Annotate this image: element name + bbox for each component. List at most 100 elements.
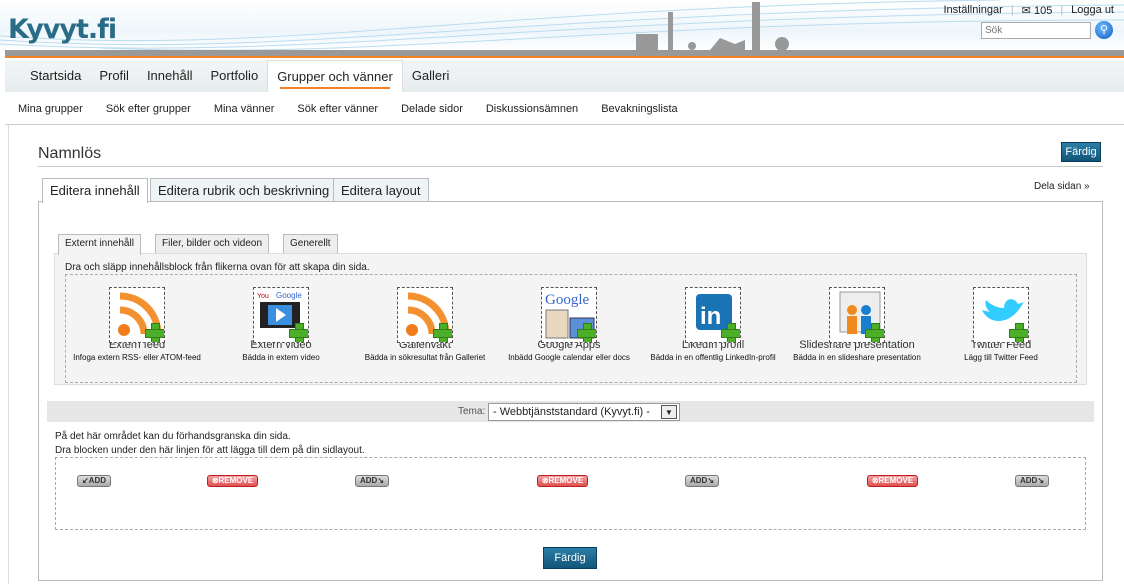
subnav-sok-grupper[interactable]: Sök efter grupper [106,103,191,115]
nav-tab-startsida[interactable]: Startsida [21,60,90,92]
content-block[interactable]: Twitter Feed Lägg till Twitter Feed [921,287,1081,362]
rss-icon [397,287,453,343]
share-page-link[interactable]: Dela sidan » [1034,181,1090,192]
remove-column-button[interactable]: ⊗REMOVE [867,475,918,487]
drag-hint: Dra och släpp innehållsblock från fliker… [65,262,370,273]
block-description: Bädda in extern video [242,353,320,362]
add-column-button[interactable]: ADD↘ [685,475,719,487]
tab-files[interactable]: Filer, bilder och videon [155,234,270,254]
remove-column-button[interactable]: ⊗REMOVE [207,475,258,487]
content-block[interactable]: Gallerivakt Bädda in sökresultat från Gal… [345,287,505,362]
plus-icon [1009,323,1028,342]
done-button[interactable]: Färdig [1061,142,1101,162]
separator: | [1010,4,1014,16]
done-button-bottom[interactable]: Färdig [543,547,597,569]
plus-icon [289,323,308,342]
divider [38,166,1103,167]
block-description: Infoga extern RSS- eller ATOM-feed [73,353,201,362]
button-label: ADD [689,476,708,485]
block-description: Inbädd Google calendar eller docs [508,353,630,362]
video-icon: You Google [253,287,309,343]
tab-external-content[interactable]: Externt innehåll [58,234,141,255]
logout-link[interactable]: Logga ut [1071,4,1114,17]
button-label: ADD [1019,476,1038,485]
arrow-icon: ↘ [377,476,385,485]
tab-edit-content[interactable]: Editera innehåll [42,178,148,203]
dropdown-arrow-icon: ▼ [661,405,677,419]
svg-text:in: in [700,303,721,330]
tab-edit-title[interactable]: Editera rubrik och beskrivning [150,178,338,202]
search-input[interactable] [981,22,1091,39]
envelope-icon: ✉ [1021,5,1034,17]
page-title: Namnlös [38,145,102,162]
settings-link[interactable]: Inställningar [943,4,1002,17]
subnav-mina-vanner[interactable]: Mina vänner [214,103,275,115]
subnav-mina-grupper[interactable]: Mina grupper [18,103,83,115]
content-block[interactable]: in LikedIn profil Bädda in en offentlig Li… [633,287,793,362]
button-label: ADD [359,476,378,485]
block-description: Bädda in en offentlig LinkedIn-profil [650,353,776,362]
add-column-button[interactable]: ↙ADD [77,475,111,487]
button-label: ADD [88,476,107,485]
linkedin-icon: in [685,287,741,343]
search-icon: ⚲ [1099,24,1109,36]
rss-icon [109,287,165,343]
remove-icon: ⊗ [871,476,879,485]
search-button[interactable]: ⚲ [1095,21,1113,39]
plus-icon [577,323,596,342]
button-label: REMOVE [218,476,254,485]
arrow-icon: ↘ [1037,476,1045,485]
preview-hint: På det här området kan du förhandsgransk… [55,431,291,442]
button-label: REMOVE [878,476,914,485]
plus-icon [433,323,452,342]
layout-preview [55,457,1086,530]
remove-column-button[interactable]: ⊗REMOVE [537,475,588,487]
block-description: Bädda in en slideshare presentation [793,353,921,362]
plus-icon [865,323,884,342]
separator: | [1060,4,1064,16]
preview-hint-2: Dra blocken under den här linjen för att… [55,445,365,456]
slideshare-icon [829,287,885,343]
twitter-icon [973,287,1029,343]
content-block[interactable]: Extern feed Infoga extern RSS- eller ATOM… [57,287,217,362]
add-column-button[interactable]: ADD↘ [1015,475,1049,487]
accent-line [5,56,1124,58]
tab-edit-layout[interactable]: Editera layout [333,178,429,202]
tab-general[interactable]: Generellt [283,234,338,254]
svg-text:Google: Google [276,291,302,300]
theme-label: Tema: [458,406,486,417]
arrow-icon: ↙ [81,476,89,485]
svg-text:You: You [257,293,269,300]
nav-tab-galleri[interactable]: Galleri [403,60,459,92]
content-block[interactable]: You Google Extern video Bädda in extern vid… [201,287,361,362]
plus-icon [721,323,740,342]
theme-select[interactable]: - Webbtjänststandard (Kyvyt.fi) - ▼ [488,403,680,421]
logo[interactable]: Kyvyt.fi [8,14,117,45]
add-column-button[interactable]: ADD↘ [355,475,389,487]
top-links: Inställningar | ✉ 105 | Logga ut [943,4,1114,17]
main-nav: Startsida Profil Innehåll Portfolio Grup… [5,60,1124,92]
messages-link[interactable]: ✉ 105 [1022,4,1053,17]
subnav-delade-sidor[interactable]: Delade sidor [401,103,463,115]
subnav-diskussion[interactable]: Diskussionsämnen [486,103,578,115]
subnav-bevakning[interactable]: Bevakningslista [601,103,677,115]
block-description: Bädda in sökresultat från Galleriet [364,353,486,362]
subnav-sok-vanner[interactable]: Sök efter vänner [297,103,378,115]
plus-icon [145,323,164,342]
nav-tab-profil[interactable]: Profil [90,60,138,92]
remove-icon: ⊗ [541,476,549,485]
nav-tab-grupper[interactable]: Grupper och vänner [267,60,403,92]
messages-count: 105 [1033,5,1053,17]
sub-nav: Mina grupper Sök efter grupper Mina vänn… [18,103,678,115]
remove-icon: ⊗ [211,476,219,485]
arrow-icon: ↘ [707,476,715,485]
svg-text:Google: Google [545,292,590,308]
nav-tab-innehall[interactable]: Innehåll [138,60,202,92]
block-description: Lägg till Twitter Feed [964,353,1038,362]
nav-tab-portfolio[interactable]: Portfolio [201,60,267,92]
content-block[interactable]: Slideshare presentation Bädda in en slide… [777,287,937,362]
google-icon: Google [541,287,597,343]
content-block[interactable]: Google Google Apps Inbädd Google calendar … [489,287,649,362]
theme-value: - Webbtjänststandard (Kyvyt.fi) - [493,406,650,418]
button-label: REMOVE [548,476,584,485]
